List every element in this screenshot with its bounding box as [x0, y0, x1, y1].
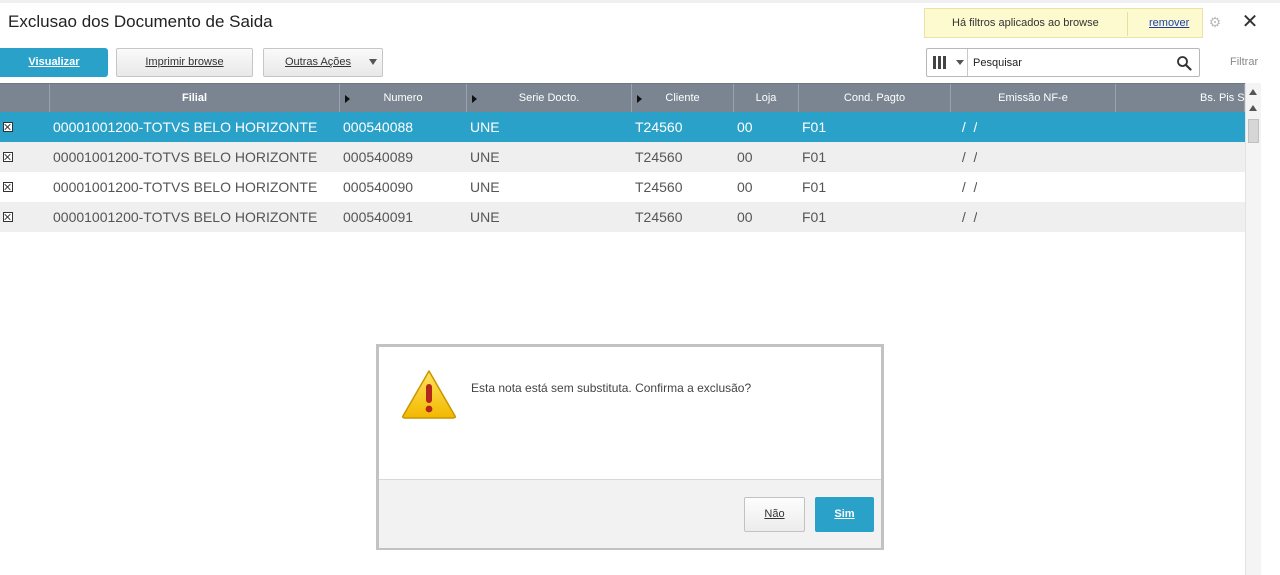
- sort-arrow-icon: [345, 95, 350, 103]
- cell-filial: 00001001200-TOTVS BELO HORIZONTE: [53, 209, 318, 225]
- top-border: [0, 0, 1280, 3]
- cell-cond-pagto: F01: [802, 209, 827, 225]
- caret-down-icon: [956, 60, 964, 65]
- header-cliente-label: Cliente: [665, 92, 700, 104]
- cell-cond-pagto: F01: [802, 119, 827, 135]
- sort-arrow-icon: [637, 95, 642, 103]
- checkbox-icon[interactable]: [3, 152, 13, 162]
- cell-loja: 00: [737, 209, 753, 225]
- header-numero-label: Numero: [383, 92, 423, 104]
- cell-cliente: T24560: [635, 119, 683, 135]
- dialog-message: Esta nota está sem substituta. Confirma …: [471, 381, 752, 395]
- cell-cliente: T24560: [635, 179, 683, 195]
- header-cliente[interactable]: Cliente: [632, 84, 734, 113]
- cell-serie: UNE: [470, 119, 500, 135]
- cell-filial: 00001001200-TOTVS BELO HORIZONTE: [53, 179, 318, 195]
- cell-cliente: T24560: [635, 149, 683, 165]
- dialog-content: Esta nota está sem substituta. Confirma …: [379, 347, 881, 479]
- outras-acoes-dropdown[interactable]: Outras Ações: [263, 48, 383, 77]
- cell-numero: 000540091: [343, 209, 414, 225]
- cell-emissao: / /: [958, 149, 978, 165]
- remove-filter-link[interactable]: remover: [1149, 17, 1189, 29]
- nao-button-label: Não: [764, 508, 785, 520]
- visualizar-button[interactable]: Visualizar: [0, 48, 108, 77]
- cell-numero: 000540090: [343, 179, 414, 195]
- cell-filial: 00001001200-TOTVS BELO HORIZONTE: [53, 119, 318, 135]
- cell-numero: 000540088: [343, 119, 414, 135]
- table-row[interactable]: 00001001200-TOTVS BELO HORIZONTE 0005400…: [0, 112, 1245, 142]
- cell-cond-pagto: F01: [802, 179, 827, 195]
- page-title: Exclusao dos Documento de Saida: [8, 12, 273, 31]
- columns-icon: [933, 56, 947, 69]
- checkbox-icon[interactable]: [3, 212, 13, 222]
- columns-selector-button[interactable]: [927, 49, 968, 76]
- cell-loja: 00: [737, 149, 753, 165]
- header-emissao[interactable]: Emissão NF-e: [951, 84, 1116, 113]
- search-icon[interactable]: [1176, 55, 1192, 71]
- header-loja[interactable]: Loja: [734, 84, 799, 113]
- imprimir-browse-label: Imprimir browse: [145, 56, 224, 68]
- cell-emissao: / /: [958, 179, 978, 195]
- cell-cond-pagto: F01: [802, 149, 827, 165]
- imprimir-browse-button[interactable]: Imprimir browse: [116, 48, 253, 77]
- header-filial[interactable]: Filial: [50, 84, 340, 113]
- header-serie-label: Serie Docto.: [518, 92, 580, 104]
- checkbox-icon[interactable]: [3, 182, 13, 192]
- dialog-footer: Não Sim: [379, 479, 881, 548]
- visualizar-button-label: Visualizar: [28, 56, 80, 68]
- filter-banner: Há filtros aplicados ao browse remover: [924, 8, 1203, 38]
- cell-loja: 00: [737, 179, 753, 195]
- grid-header: Filial Numero Serie Docto. Cliente Loja …: [0, 83, 1245, 113]
- scroll-up-icon[interactable]: [1249, 89, 1257, 95]
- search-box: [926, 48, 1200, 77]
- vertical-scrollbar[interactable]: [1245, 83, 1261, 575]
- cell-serie: UNE: [470, 209, 500, 225]
- close-icon[interactable]: ✕: [1241, 11, 1259, 33]
- cell-numero: 000540089: [343, 149, 414, 165]
- outras-acoes-label: Outras Ações: [285, 56, 352, 68]
- confirm-dialog: Esta nota está sem substituta. Confirma …: [376, 344, 884, 550]
- gear-icon[interactable]: ⚙: [1207, 14, 1223, 30]
- checkbox-icon[interactable]: [3, 122, 13, 132]
- header-numero[interactable]: Numero: [340, 84, 467, 113]
- sort-arrow-icon: [472, 95, 477, 103]
- scroll-thumb[interactable]: [1248, 119, 1259, 143]
- header-bs-pis-st[interactable]: Bs. Pis ST: [1116, 84, 1245, 113]
- sim-button[interactable]: Sim: [815, 497, 874, 532]
- search-input[interactable]: [973, 54, 1163, 71]
- header-serie[interactable]: Serie Docto.: [467, 84, 632, 113]
- table-row[interactable]: 00001001200-TOTVS BELO HORIZONTE 0005400…: [0, 172, 1245, 202]
- cell-filial: 00001001200-TOTVS BELO HORIZONTE: [53, 149, 318, 165]
- header-cond-pagto[interactable]: Cond. Pagto: [799, 84, 951, 113]
- filter-banner-divider: [1127, 12, 1128, 36]
- cell-serie: UNE: [470, 149, 500, 165]
- cell-serie: UNE: [470, 179, 500, 195]
- table-row[interactable]: 00001001200-TOTVS BELO HORIZONTE 0005400…: [0, 142, 1245, 172]
- nao-button[interactable]: Não: [744, 497, 805, 532]
- cell-cliente: T24560: [635, 209, 683, 225]
- scroll-up-icon[interactable]: [1249, 105, 1257, 111]
- cell-loja: 00: [737, 119, 753, 135]
- cell-emissao: / /: [958, 119, 978, 135]
- cell-emissao: / /: [958, 209, 978, 225]
- filtrar-link[interactable]: Filtrar: [1230, 56, 1258, 68]
- caret-down-icon: [369, 59, 377, 65]
- table-row[interactable]: 00001001200-TOTVS BELO HORIZONTE 0005400…: [0, 202, 1245, 232]
- filter-banner-message: Há filtros aplicados ao browse: [952, 17, 1099, 29]
- sim-button-label: Sim: [834, 508, 855, 520]
- warning-icon: [402, 370, 456, 419]
- header-select-column[interactable]: [0, 84, 50, 113]
